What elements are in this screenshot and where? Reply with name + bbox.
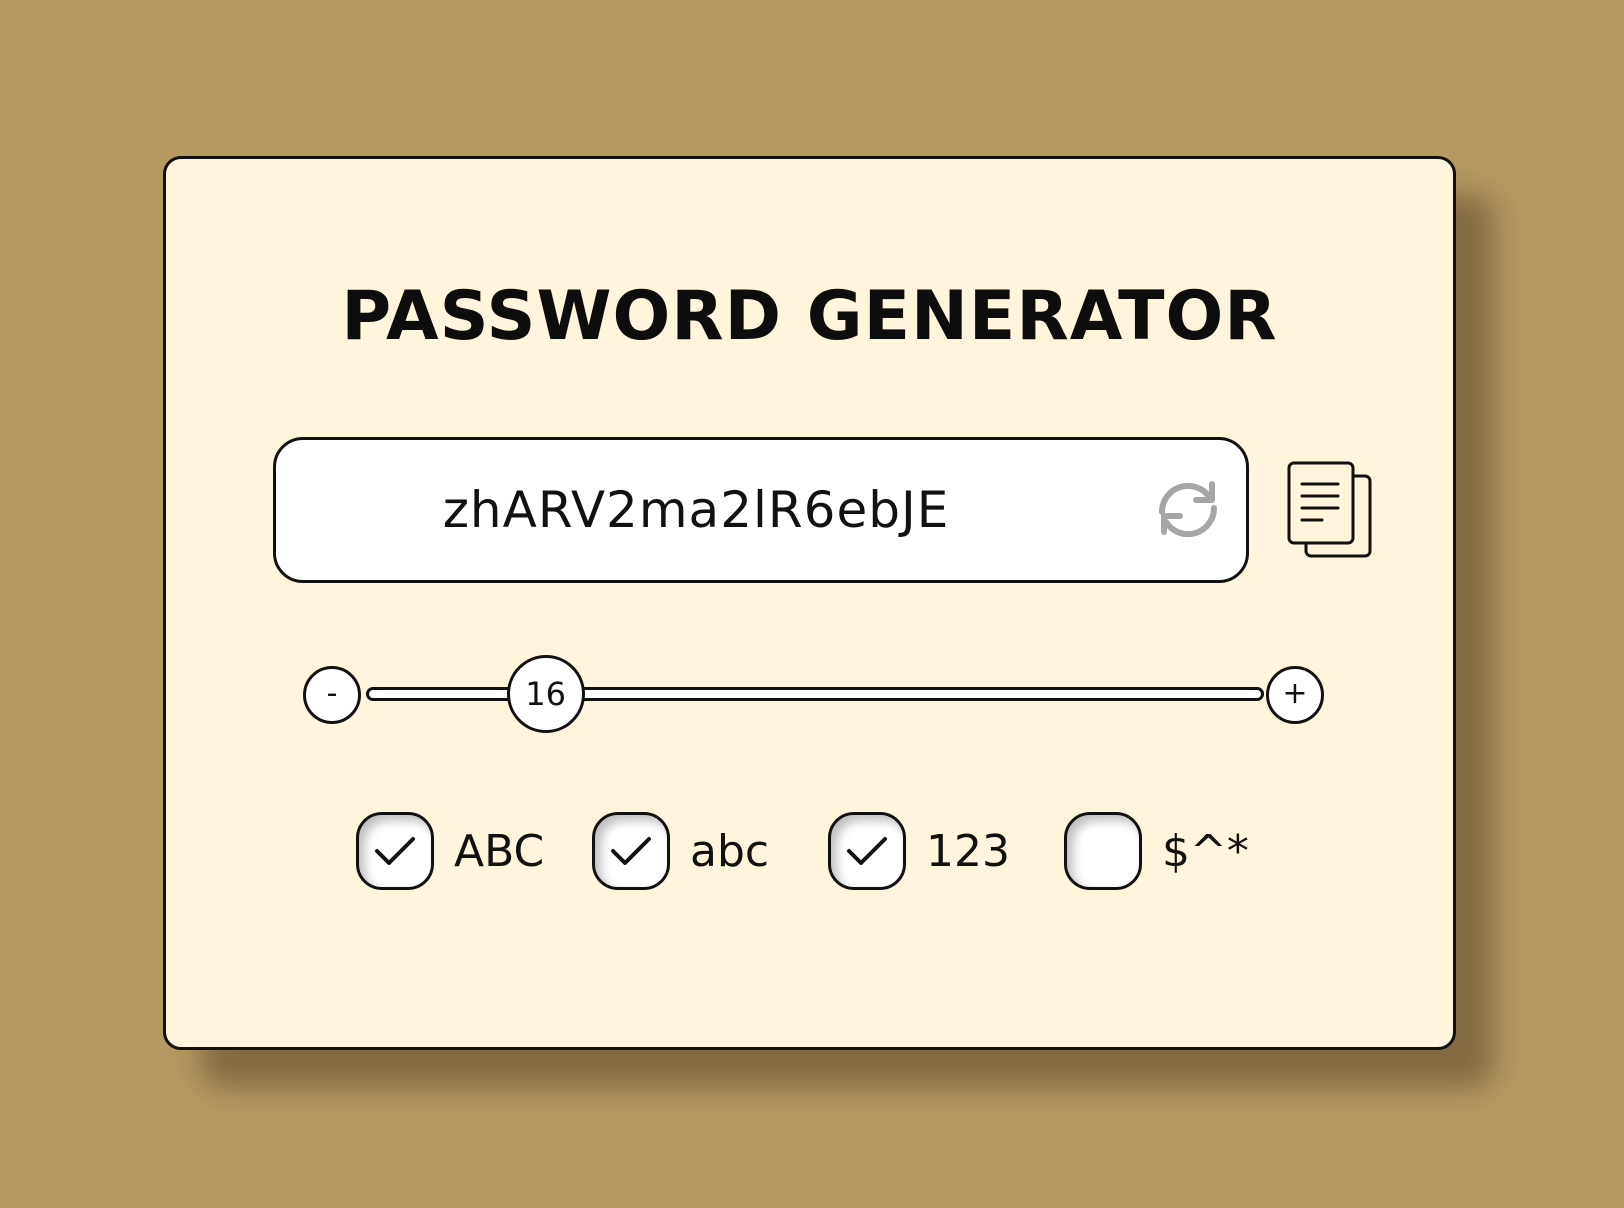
numbers-label: 123: [926, 825, 1010, 877]
option-lowercase[interactable]: abc: [592, 811, 769, 891]
symbols-label: $^*: [1162, 825, 1249, 877]
character-options: ABC abc 123 $^*: [166, 159, 1453, 1047]
uppercase-checkbox[interactable]: [356, 812, 434, 890]
numbers-checkbox[interactable]: [828, 812, 906, 890]
check-icon: [375, 837, 415, 865]
symbols-checkbox[interactable]: [1064, 812, 1142, 890]
password-generator-card: PASSWORD GENERATOR zhARV2ma2lR6ebJE - 16…: [163, 156, 1456, 1050]
option-uppercase[interactable]: ABC: [356, 811, 544, 891]
check-icon: [847, 837, 887, 865]
uppercase-label: ABC: [454, 825, 545, 877]
lowercase-checkbox[interactable]: [592, 812, 670, 890]
lowercase-label: abc: [690, 825, 770, 877]
check-icon: [611, 837, 651, 865]
option-numbers[interactable]: 123: [828, 811, 1010, 891]
option-symbols[interactable]: $^*: [1064, 811, 1249, 891]
